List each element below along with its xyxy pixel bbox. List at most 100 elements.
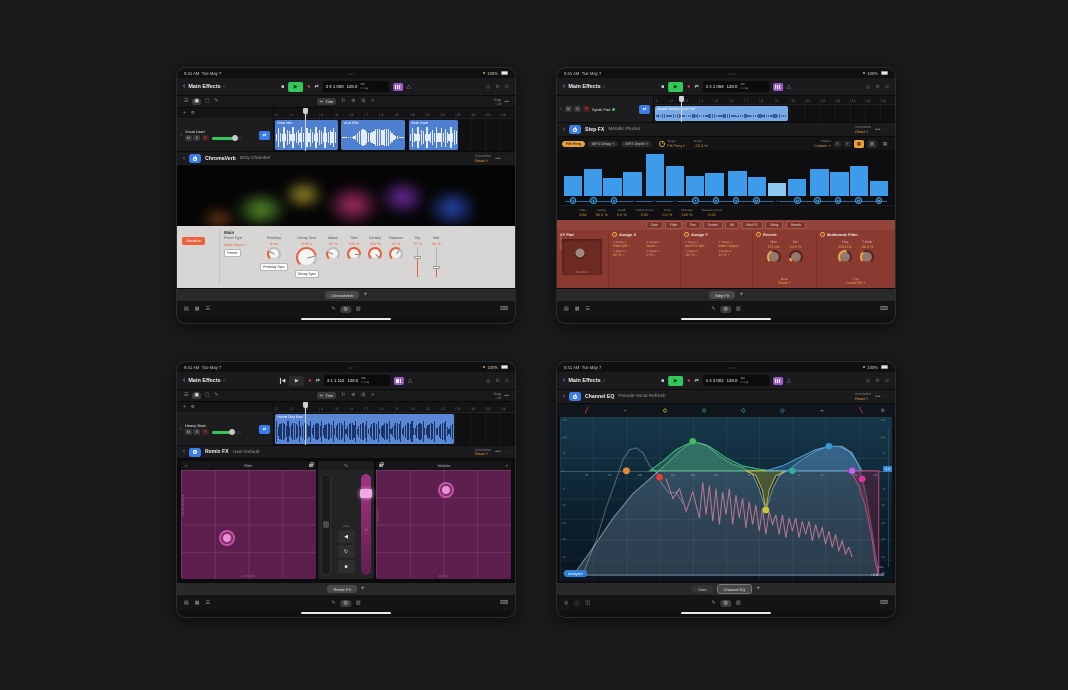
split-view-icon[interactable]: ◫ bbox=[585, 600, 590, 607]
editor-icon[interactable]: ✎ bbox=[213, 99, 219, 104]
pattern-value[interactable]: Custom ˅ bbox=[814, 144, 831, 148]
metronome-icon[interactable]: △ bbox=[408, 378, 412, 384]
assign-x-target-1[interactable]: X Target 1Filter Mix ˅ bbox=[613, 240, 643, 248]
module-tab-delay[interactable]: Delay bbox=[765, 221, 783, 229]
tab-remixfx[interactable]: Remix FX bbox=[327, 585, 357, 593]
grid-tool-icon[interactable]: # bbox=[370, 393, 375, 398]
gear-icon[interactable]: ⚙ bbox=[875, 84, 879, 90]
list-editor-icon[interactable]: ☰ bbox=[205, 306, 209, 312]
step-toggle-14[interactable]: 14 bbox=[835, 197, 842, 204]
play-surface-badge[interactable] bbox=[393, 83, 403, 91]
step-toggle-8[interactable]: 8 bbox=[713, 197, 720, 204]
step-bar-2[interactable] bbox=[584, 169, 603, 196]
grid-tool-icon[interactable]: # bbox=[370, 99, 375, 104]
module-tab-mod-fx[interactable]: Mod FX bbox=[742, 221, 763, 229]
audio-region[interactable]: Arcade Dreams Synth Pad bbox=[655, 106, 788, 121]
knob-freq[interactable]: Freq2304 Hz bbox=[838, 240, 852, 264]
step-bar-10[interactable] bbox=[748, 177, 767, 196]
back-chevron-icon[interactable]: ‹ bbox=[563, 83, 565, 90]
browser-icon[interactable]: ◎ bbox=[564, 600, 568, 607]
eq-band-7-icon[interactable]: ¬ bbox=[802, 408, 841, 414]
room-type-value[interactable]: Dark Room ˅ bbox=[224, 242, 254, 247]
more-icon[interactable]: ••• bbox=[504, 99, 509, 104]
tab-chromaverb[interactable]: ChromaVerb bbox=[325, 291, 359, 299]
automation-control[interactable]: Automation Read ˅ bbox=[855, 125, 871, 134]
piano-roll-icon[interactable]: ▦ bbox=[195, 306, 200, 312]
solo-button[interactable]: S bbox=[193, 429, 200, 435]
track-settings-icon[interactable]: ⚙ bbox=[191, 404, 195, 410]
playhead[interactable] bbox=[681, 96, 682, 122]
playhead[interactable] bbox=[305, 108, 306, 151]
regions-view-icon[interactable]: ▣ bbox=[192, 99, 201, 105]
module-tab-reverb[interactable]: Reverb bbox=[786, 221, 806, 229]
audio-region[interactable]: Hoodie Drop Beat bbox=[275, 414, 453, 444]
bar-ruler[interactable]: 12345678910111213141516 bbox=[274, 108, 515, 119]
filter-xy-pad[interactable]: RESONANCE CUTOFF bbox=[181, 470, 316, 579]
knob-decay-time[interactable]: Decay Time6.60 sDecay Sync bbox=[295, 236, 319, 278]
add-track-button[interactable]: + bbox=[183, 110, 186, 116]
automation-control[interactable]: Automation Read ˅ bbox=[475, 448, 491, 457]
step-toggle-6[interactable]: 6 bbox=[673, 199, 677, 203]
plugin-preset[interactable]: Metallic Plucks bbox=[608, 127, 640, 132]
plugin-name[interactable]: Step FX bbox=[585, 127, 604, 133]
plugin-power-button[interactable] bbox=[189, 154, 201, 163]
tab-stepfx[interactable]: Step FX bbox=[709, 291, 735, 299]
window-icons[interactable]: ▫ ▫ bbox=[885, 127, 889, 132]
title-chevron-icon[interactable]: ˅ bbox=[223, 84, 225, 89]
filter-puck[interactable] bbox=[219, 530, 235, 546]
add-plugin-button[interactable]: + bbox=[361, 586, 365, 592]
go-to-beginning-button[interactable]: ◀ bbox=[280, 378, 285, 384]
settings-icon[interactable]: ⊙ bbox=[885, 378, 889, 384]
track-header[interactable]: 1 M S R Synth Pad ⇄ bbox=[557, 96, 653, 122]
automation-control[interactable]: Automation Read ˅ bbox=[475, 154, 491, 163]
plugin-preset[interactable]: User Default bbox=[233, 450, 260, 455]
param-tab-mfx-delay[interactable]: MFX Delay ˅ bbox=[588, 141, 619, 147]
cell-view-icon[interactable]: ▢ bbox=[204, 99, 211, 104]
tab-channeleq[interactable]: Channel EQ bbox=[717, 584, 753, 594]
project-title[interactable]: Main Effects bbox=[568, 378, 600, 384]
home-indicator[interactable] bbox=[301, 318, 391, 320]
window-icons[interactable]: ▫ ▫ bbox=[505, 156, 509, 161]
faders-view-icon[interactable]: ▥ bbox=[356, 600, 361, 606]
more-icon[interactable]: ••• bbox=[504, 393, 509, 398]
knob-time[interactable]: Time571 ms bbox=[767, 240, 781, 264]
step-bar-5[interactable] bbox=[646, 154, 665, 196]
visualize-button[interactable]: Visualize bbox=[182, 237, 205, 245]
module-tab-bit[interactable]: Bit bbox=[725, 221, 739, 229]
step-toggle-2[interactable]: 2 bbox=[590, 197, 597, 204]
step-toggle-15[interactable]: 15 bbox=[855, 197, 862, 204]
keyboard-icon[interactable]: ⌨ bbox=[880, 306, 888, 312]
step-toggle-12[interactable]: 12 bbox=[794, 197, 801, 204]
loop-tool-icon[interactable]: ↻ bbox=[340, 99, 346, 104]
module-tab-filter[interactable]: Filter bbox=[665, 221, 682, 229]
param-swing[interactable]: Swing50.0 % bbox=[596, 208, 608, 217]
region-link-icon[interactable]: ⇄ bbox=[259, 425, 270, 434]
record-enable-button[interactable]: R bbox=[202, 135, 209, 141]
step-toggle-16[interactable]: 16 bbox=[876, 197, 883, 204]
panel-view-icon[interactable]: ▤ bbox=[880, 140, 890, 148]
step-toggle-1[interactable]: 1 bbox=[570, 197, 577, 204]
knob-view-icon[interactable]: ◎ bbox=[721, 306, 731, 313]
piano-roll-icon[interactable]: ▦ bbox=[575, 306, 580, 312]
mixer-icon[interactable]: ▤ bbox=[184, 600, 189, 606]
piano-roll-icon[interactable]: ▦ bbox=[195, 600, 200, 606]
step-bar-7[interactable] bbox=[686, 176, 705, 196]
volume-slider[interactable] bbox=[212, 431, 242, 434]
knob-view-icon[interactable]: ◎ bbox=[341, 306, 351, 313]
back-chevron-icon[interactable]: ‹ bbox=[563, 377, 565, 384]
add-plugin-button[interactable]: + bbox=[363, 292, 367, 298]
window-icons[interactable]: ▫ ▫ bbox=[505, 450, 509, 455]
assign-x-target-2[interactable]: X Target 2None ˅ bbox=[647, 240, 677, 248]
pencil-icon[interactable]: ✎ bbox=[711, 306, 715, 312]
sync-button[interactable]: Predelay Sync bbox=[260, 263, 288, 271]
eq-band-2-icon[interactable]: ⌐ bbox=[606, 408, 645, 414]
step-toggle-4[interactable]: 4 bbox=[633, 199, 637, 203]
mixer-icon[interactable]: ▤ bbox=[564, 306, 569, 312]
pencil-icon[interactable]: ✎ bbox=[711, 600, 715, 606]
playhead[interactable] bbox=[305, 402, 306, 445]
metronome-icon[interactable]: △ bbox=[407, 84, 411, 90]
plugin-more-icon[interactable]: ••• bbox=[495, 449, 500, 455]
speaker-icon[interactable]: ◁ bbox=[505, 463, 508, 468]
knob-view-icon[interactable]: ◎ bbox=[341, 600, 351, 607]
tab-gain[interactable]: Gain bbox=[692, 585, 712, 593]
